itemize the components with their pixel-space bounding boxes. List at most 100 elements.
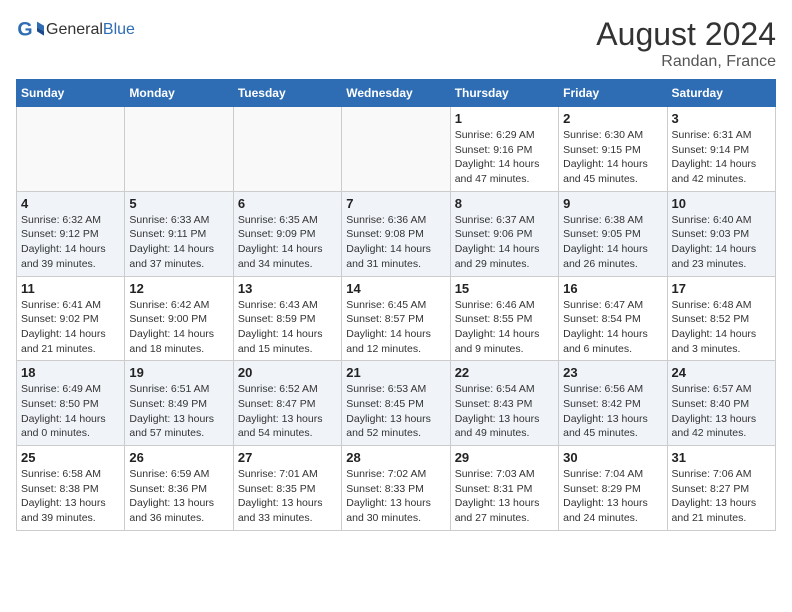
calendar-cell: 6 Sunrise: 6:35 AMSunset: 9:09 PMDaylight… [233, 191, 341, 276]
day-number: 6 [238, 196, 337, 211]
calendar-cell: 24 Sunrise: 6:57 AMSunset: 8:40 PMDayligh… [667, 361, 775, 446]
calendar-cell: 10 Sunrise: 6:40 AMSunset: 9:03 PMDayligh… [667, 191, 775, 276]
day-number: 12 [129, 281, 228, 296]
calendar-cell: 13 Sunrise: 6:43 AMSunset: 8:59 PMDayligh… [233, 276, 341, 361]
day-number: 3 [672, 111, 771, 126]
day-info: Sunrise: 6:40 AMSunset: 9:03 PMDaylight:… [672, 213, 771, 272]
calendar-header-row: SundayMondayTuesdayWednesdayThursdayFrid… [17, 80, 776, 107]
day-number: 8 [455, 196, 554, 211]
page-header: G GeneralBlue August 2024 Randan, France [16, 16, 776, 71]
day-info: Sunrise: 6:30 AMSunset: 9:15 PMDaylight:… [563, 128, 662, 187]
calendar-cell: 28Sunrise: 7:02 AMSunset: 8:33 PMDayligh… [342, 446, 450, 531]
day-info: Sunrise: 6:48 AMSunset: 8:52 PMDaylight:… [672, 298, 771, 357]
calendar-cell: 5Sunrise: 6:33 AMSunset: 9:11 PMDaylight… [125, 191, 233, 276]
day-info: Sunrise: 7:04 AMSunset: 8:29 PMDaylight:… [563, 467, 662, 526]
day-number: 9 [563, 196, 662, 211]
day-number: 26 [129, 450, 228, 465]
calendar-cell: 31Sunrise: 7:06 AMSunset: 8:27 PMDayligh… [667, 446, 775, 531]
day-info: Sunrise: 6:58 AMSunset: 8:38 PMDaylight:… [21, 467, 120, 526]
day-info: Sunrise: 6:56 AMSunset: 8:42 PMDaylight:… [563, 382, 662, 441]
calendar-header-wednesday: Wednesday [342, 80, 450, 107]
calendar-week-row: 11 Sunrise: 6:41 AMSunset: 9:02 PMDayligh… [17, 276, 776, 361]
calendar-cell: 18Sunrise: 6:49 AMSunset: 8:50 PMDayligh… [17, 361, 125, 446]
day-number: 16 [563, 281, 662, 296]
day-number: 23 [563, 365, 662, 380]
day-number: 5 [129, 196, 228, 211]
day-info: Sunrise: 6:45 AMSunset: 8:57 PMDaylight:… [346, 298, 445, 357]
calendar-cell: 3 Sunrise: 6:31 AMSunset: 9:14 PMDaylight… [667, 107, 775, 192]
svg-text:G: G [17, 19, 32, 41]
day-info: Sunrise: 6:46 AMSunset: 8:55 PMDaylight:… [455, 298, 554, 357]
day-info: Sunrise: 6:51 AMSunset: 8:49 PMDaylight:… [129, 382, 228, 441]
calendar-week-row: 18Sunrise: 6:49 AMSunset: 8:50 PMDayligh… [17, 361, 776, 446]
day-number: 13 [238, 281, 337, 296]
calendar-cell: 30 Sunrise: 7:04 AMSunset: 8:29 PMDayligh… [559, 446, 667, 531]
calendar-cell: 11 Sunrise: 6:41 AMSunset: 9:02 PMDayligh… [17, 276, 125, 361]
calendar-cell: 15Sunrise: 6:46 AMSunset: 8:55 PMDayligh… [450, 276, 558, 361]
calendar-header-sunday: Sunday [17, 80, 125, 107]
calendar-cell: 26Sunrise: 6:59 AMSunset: 8:36 PMDayligh… [125, 446, 233, 531]
calendar-cell: 17Sunrise: 6:48 AMSunset: 8:52 PMDayligh… [667, 276, 775, 361]
calendar-cell: 25 Sunrise: 6:58 AMSunset: 8:38 PMDayligh… [17, 446, 125, 531]
day-info: Sunrise: 6:36 AMSunset: 9:08 PMDaylight:… [346, 213, 445, 272]
day-number: 25 [21, 450, 120, 465]
day-number: 14 [346, 281, 445, 296]
day-number: 27 [238, 450, 337, 465]
day-number: 10 [672, 196, 771, 211]
location: Randan, France [596, 53, 776, 71]
calendar-cell: 16Sunrise: 6:47 AMSunset: 8:54 PMDayligh… [559, 276, 667, 361]
calendar-week-row: 4 Sunrise: 6:32 AMSunset: 9:12 PMDaylight… [17, 191, 776, 276]
day-number: 4 [21, 196, 120, 211]
day-info: Sunrise: 7:06 AMSunset: 8:27 PMDaylight:… [672, 467, 771, 526]
logo-text: GeneralBlue [46, 21, 135, 39]
day-info: Sunrise: 6:32 AMSunset: 9:12 PMDaylight:… [21, 213, 120, 272]
day-info: Sunrise: 6:29 AMSunset: 9:16 PMDaylight:… [455, 128, 554, 187]
month-year: August 2024 [596, 16, 776, 53]
calendar-cell: 8 Sunrise: 6:37 AMSunset: 9:06 PMDaylight… [450, 191, 558, 276]
day-info: Sunrise: 6:49 AMSunset: 8:50 PMDaylight:… [21, 382, 120, 441]
calendar-cell [233, 107, 341, 192]
logo-general-text: General [46, 21, 103, 38]
day-info: Sunrise: 6:43 AMSunset: 8:59 PMDaylight:… [238, 298, 337, 357]
day-info: Sunrise: 7:03 AMSunset: 8:31 PMDaylight:… [455, 467, 554, 526]
calendar-header-saturday: Saturday [667, 80, 775, 107]
calendar-cell: 20 Sunrise: 6:52 AMSunset: 8:47 PMDayligh… [233, 361, 341, 446]
day-info: Sunrise: 6:54 AMSunset: 8:43 PMDaylight:… [455, 382, 554, 441]
calendar-cell: 9 Sunrise: 6:38 AMSunset: 9:05 PMDaylight… [559, 191, 667, 276]
calendar-cell: 23 Sunrise: 6:56 AMSunset: 8:42 PMDayligh… [559, 361, 667, 446]
title-section: August 2024 Randan, France [596, 16, 776, 71]
day-info: Sunrise: 6:52 AMSunset: 8:47 PMDaylight:… [238, 382, 337, 441]
calendar-cell: 4 Sunrise: 6:32 AMSunset: 9:12 PMDaylight… [17, 191, 125, 276]
day-number: 20 [238, 365, 337, 380]
calendar-cell: 12 Sunrise: 6:42 AMSunset: 9:00 PMDayligh… [125, 276, 233, 361]
day-info: Sunrise: 6:38 AMSunset: 9:05 PMDaylight:… [563, 213, 662, 272]
calendar-week-row: 1 Sunrise: 6:29 AMSunset: 9:16 PMDaylight… [17, 107, 776, 192]
logo-blue-text: Blue [103, 21, 135, 38]
day-number: 29 [455, 450, 554, 465]
day-info: Sunrise: 6:37 AMSunset: 9:06 PMDaylight:… [455, 213, 554, 272]
day-info: Sunrise: 6:31 AMSunset: 9:14 PMDaylight:… [672, 128, 771, 187]
day-number: 24 [672, 365, 771, 380]
day-number: 19 [129, 365, 228, 380]
day-info: Sunrise: 7:02 AMSunset: 8:33 PMDaylight:… [346, 467, 445, 526]
day-info: Sunrise: 6:41 AMSunset: 9:02 PMDaylight:… [21, 298, 120, 357]
calendar-header-thursday: Thursday [450, 80, 558, 107]
day-number: 7 [346, 196, 445, 211]
calendar-cell [125, 107, 233, 192]
day-info: Sunrise: 6:53 AMSunset: 8:45 PMDaylight:… [346, 382, 445, 441]
day-info: Sunrise: 6:42 AMSunset: 9:00 PMDaylight:… [129, 298, 228, 357]
calendar-cell: 22Sunrise: 6:54 AMSunset: 8:43 PMDayligh… [450, 361, 558, 446]
calendar-cell: 7 Sunrise: 6:36 AMSunset: 9:08 PMDaylight… [342, 191, 450, 276]
calendar-cell [17, 107, 125, 192]
day-number: 1 [455, 111, 554, 126]
day-info: Sunrise: 7:01 AMSunset: 8:35 PMDaylight:… [238, 467, 337, 526]
logo: G GeneralBlue [16, 16, 135, 44]
calendar-header-friday: Friday [559, 80, 667, 107]
calendar-cell: 27 Sunrise: 7:01 AMSunset: 8:35 PMDayligh… [233, 446, 341, 531]
logo-icon: G [16, 16, 44, 44]
day-info: Sunrise: 6:35 AMSunset: 9:09 PMDaylight:… [238, 213, 337, 272]
day-number: 11 [21, 281, 120, 296]
calendar-header-monday: Monday [125, 80, 233, 107]
day-number: 30 [563, 450, 662, 465]
day-info: Sunrise: 6:57 AMSunset: 8:40 PMDaylight:… [672, 382, 771, 441]
